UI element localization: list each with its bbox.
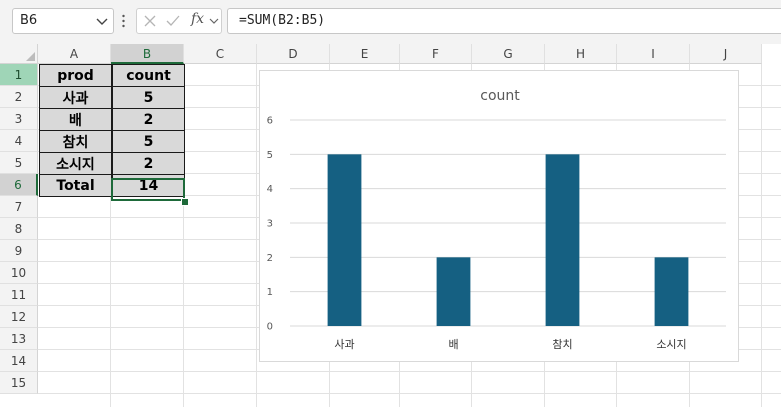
insert-function-icon[interactable]: fx [191,11,204,27]
x-tick-label-3: 참치 [552,338,572,351]
column-header-B[interactable]: B [111,44,184,64]
y-tick-label-5: 5 [267,150,273,161]
row-header-8[interactable]: 8 [0,218,38,240]
column-header-A[interactable]: A [38,44,111,64]
column-header-F[interactable]: F [400,44,472,64]
cell-A4[interactable]: 참치 [39,130,112,153]
gridline-vertical [761,64,762,407]
row-header-9[interactable]: 9 [0,240,38,262]
x-tick-label-4: 소시지 [656,338,686,351]
function-chevron-icon[interactable] [208,15,220,27]
chart-bar-1 [327,154,362,326]
column-header-H[interactable]: H [545,44,617,64]
row-header-13[interactable]: 13 [0,328,38,350]
formula-bar: B6 fx =SUM(B2:B5) [0,0,781,44]
name-box[interactable]: B6 [12,8,114,34]
row-header-15[interactable]: 15 [0,372,38,394]
cell-A3[interactable]: 배 [39,108,112,131]
cell-B6[interactable]: 14 [112,174,185,197]
cancel-icon[interactable] [143,14,157,28]
chart-bar-2 [436,257,471,326]
column-header-J[interactable]: J [690,44,762,64]
chart-bar-3 [545,154,580,326]
cell-A6[interactable]: Total [39,174,112,197]
gridline-vertical [256,64,257,407]
row-header-5[interactable]: 5 [0,152,38,174]
y-tick-label-6: 6 [267,116,273,127]
more-options-icon[interactable] [122,13,125,29]
select-all-button[interactable] [0,44,38,64]
y-tick-label-3: 3 [267,219,273,230]
gridline-horizontal [38,393,781,394]
chart-bar-4 [654,257,689,326]
row-header-3[interactable]: 3 [0,108,38,130]
enter-check-icon[interactable] [165,14,181,28]
y-tick-label-0: 0 [267,322,273,333]
cell-B3[interactable]: 2 [112,108,185,131]
row-header-6[interactable]: 6 [0,174,38,196]
column-header-I[interactable]: I [617,44,690,64]
column-header-D[interactable]: D [257,44,330,64]
y-tick-label-1: 1 [267,287,273,298]
row-header-11[interactable]: 11 [0,284,38,306]
y-tick-label-2: 2 [267,253,273,264]
row-header-10[interactable]: 10 [0,262,38,284]
select-all-triangle-icon [26,52,35,61]
column-header-E[interactable]: E [330,44,400,64]
cell-B2[interactable]: 5 [112,86,185,109]
y-tick-label-4: 4 [267,184,273,195]
gridline-horizontal [38,371,781,372]
formula-input[interactable]: =SUM(B2:B5) [227,8,781,34]
x-tick-label-2: 배 [448,338,458,351]
row-header-4[interactable]: 4 [0,130,38,152]
formula-text: =SUM(B2:B5) [239,13,326,28]
row-header-7[interactable]: 7 [0,196,38,218]
cell-B4[interactable]: 5 [112,130,185,153]
cell-B5[interactable]: 2 [112,152,185,175]
cell-B1[interactable]: count [112,64,185,87]
fill-handle[interactable] [181,198,189,206]
chevron-down-icon[interactable] [94,12,110,30]
row-header-1[interactable]: 1 [0,64,38,86]
column-header-C[interactable]: C [184,44,257,64]
name-box-value: B6 [20,13,38,28]
bar-chart[interactable]: count 0 1 2 3 4 5 6 사과 배 참치 소시지 [259,70,739,362]
cell-A2[interactable]: 사과 [39,86,112,109]
row-header-12[interactable]: 12 [0,306,38,328]
cell-A5[interactable]: 소시지 [39,152,112,175]
chart-title: count [480,88,520,104]
formula-controls: fx [136,8,222,34]
row-header-14[interactable]: 14 [0,350,38,372]
chart-canvas: count 0 1 2 3 4 5 6 사과 배 참치 소시지 [267,88,726,351]
cell-A1[interactable]: prod [39,64,112,87]
column-header-G[interactable]: G [472,44,545,64]
row-header-2[interactable]: 2 [0,86,38,108]
x-tick-label-1: 사과 [334,338,354,351]
worksheet-grid[interactable]: ABCDEFGHIJ 1 2 3 4 5 6 7 8 9 10 11 12 13 14 15 prod cou… [0,44,781,407]
